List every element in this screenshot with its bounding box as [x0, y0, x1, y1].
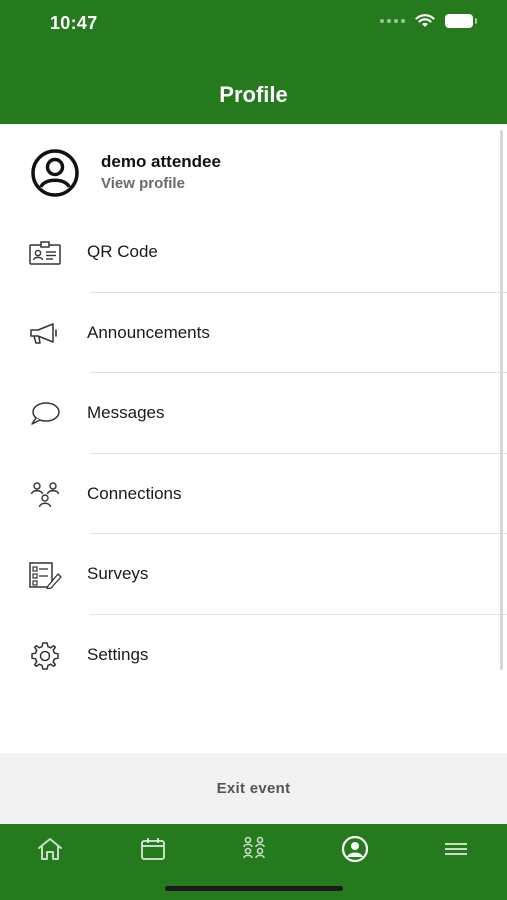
menu-item-label: Settings	[87, 644, 149, 664]
menu-item-settings[interactable]: Settings	[0, 615, 507, 696]
megaphone-icon	[28, 319, 62, 349]
wifi-icon	[415, 14, 435, 27]
page-title: Profile	[219, 82, 288, 107]
menu-item-label: Announcements	[87, 322, 210, 342]
scrollbar[interactable]	[500, 130, 503, 670]
speech-bubble-icon	[28, 399, 62, 429]
home-icon	[38, 838, 62, 860]
profile-menu: QR Code Announcements Messages Connectio…	[0, 212, 507, 695]
menu-item-label: Messages	[87, 403, 165, 422]
attendees-icon	[243, 836, 265, 859]
menu-item-label: QR Code	[87, 242, 158, 261]
tab-profile[interactable]	[335, 834, 375, 864]
menu-item-connections[interactable]: Connections	[0, 454, 507, 534]
exit-event-button[interactable]: Exit event	[0, 753, 507, 824]
menu-item-messages[interactable]: Messages	[0, 373, 507, 454]
menu-item-label: Surveys	[87, 564, 149, 583]
app-header: 10:47 Profile	[0, 0, 507, 124]
menu-item-announcements[interactable]: Announcements	[0, 293, 507, 373]
exit-event-label: Exit event	[216, 780, 291, 797]
people-network-icon	[28, 480, 62, 510]
survey-checklist-icon	[28, 560, 62, 590]
hamburger-menu-icon	[445, 843, 467, 855]
tab-calendar[interactable]	[133, 834, 173, 864]
profile-icon	[341, 835, 369, 863]
home-indicator[interactable]	[165, 886, 343, 891]
status-time: 10:47	[50, 13, 98, 33]
menu-item-label: Connections	[87, 483, 182, 503]
view-profile-link[interactable]: View profile	[101, 175, 221, 192]
status-bar: 10:47	[0, 0, 507, 50]
calendar-icon	[141, 838, 165, 860]
status-icons	[380, 14, 477, 28]
profile-summary[interactable]: demo attendee View profile	[0, 124, 507, 214]
tab-home[interactable]	[30, 834, 70, 864]
menu-item-surveys[interactable]: Surveys	[0, 534, 507, 615]
gear-icon	[28, 641, 62, 671]
tab-menu[interactable]	[436, 834, 476, 864]
profile-text: demo attendee View profile	[101, 152, 221, 192]
battery-icon	[445, 14, 477, 28]
cellular-signal-icon	[380, 19, 405, 23]
qr-code-badge-icon	[28, 238, 62, 268]
menu-item-qr-code[interactable]: QR Code	[0, 212, 507, 293]
profile-name: demo attendee	[101, 152, 221, 171]
user-avatar-icon	[31, 149, 79, 197]
tab-attendees[interactable]	[234, 834, 274, 864]
